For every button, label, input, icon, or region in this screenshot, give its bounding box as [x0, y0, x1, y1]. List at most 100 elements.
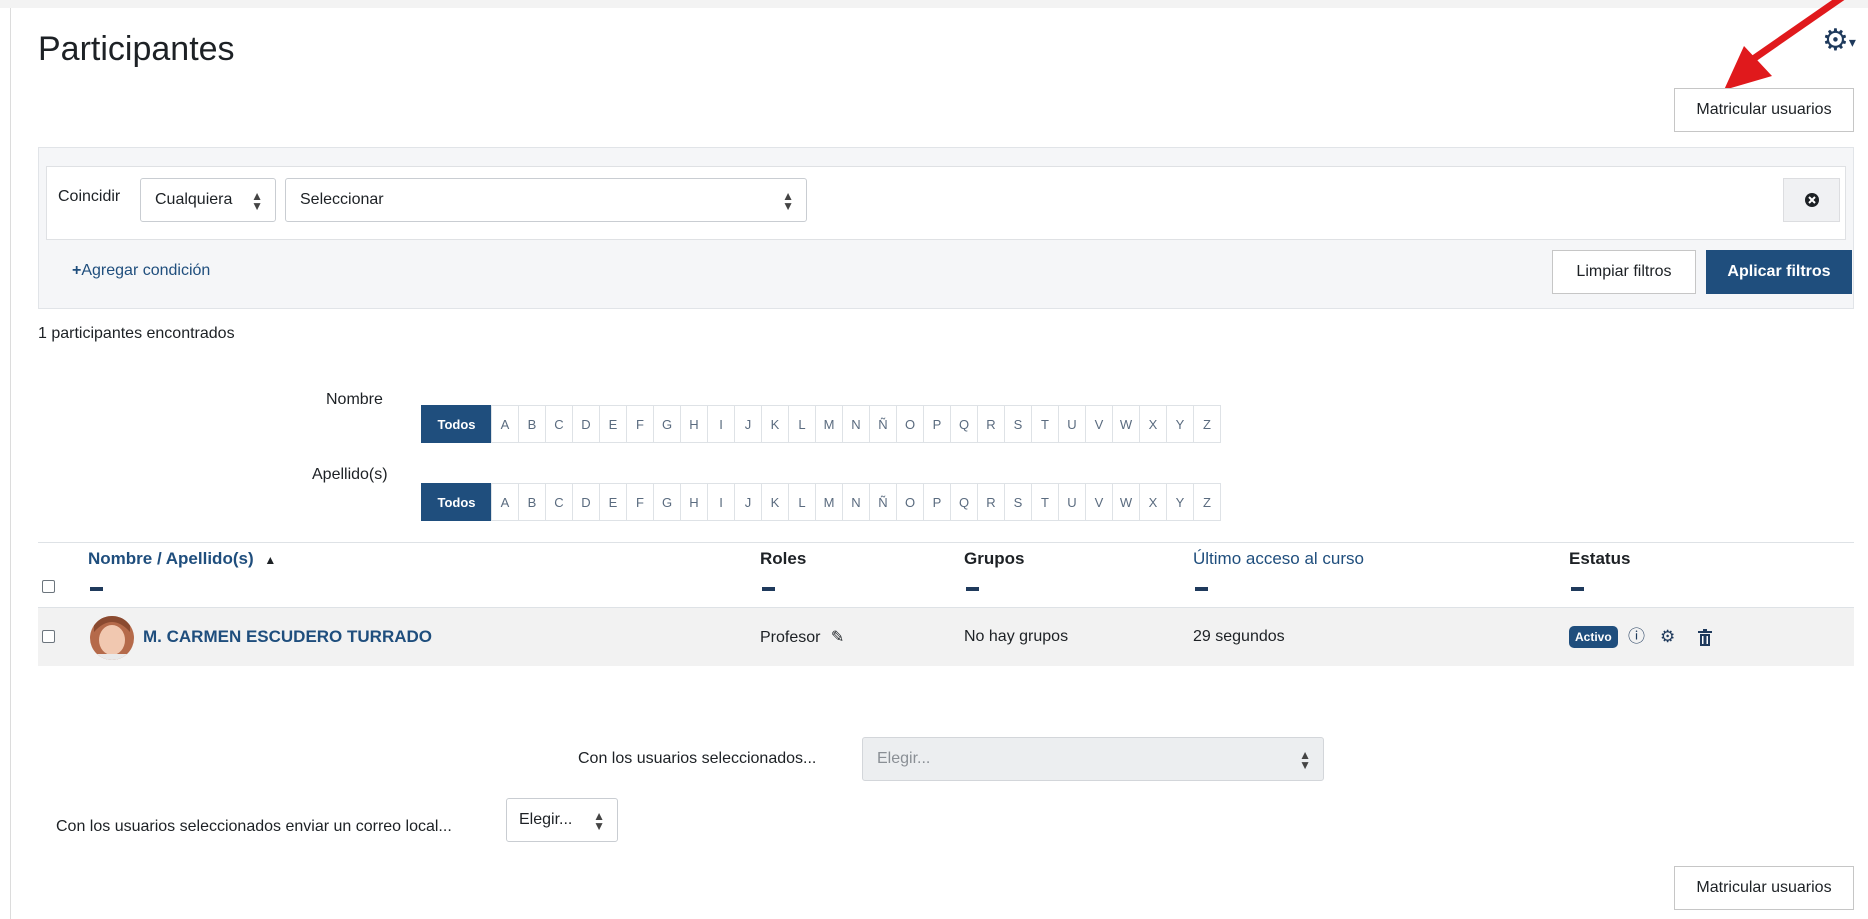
last-name-initial[interactable]: F	[626, 483, 654, 521]
last-name-initial[interactable]: O	[896, 483, 924, 521]
collapse-groups-icon[interactable]	[966, 587, 979, 591]
add-condition-label: Agregar condición	[81, 262, 211, 279]
first-name-initial[interactable]: E	[599, 405, 627, 443]
initial-all-last[interactable]: Todos	[421, 483, 492, 521]
first-name-initial[interactable]: C	[545, 405, 573, 443]
with-selected-select[interactable]: Elegir... ▲ ▼	[862, 737, 1324, 781]
match-select[interactable]: Cualquiera ▲ ▼	[140, 178, 276, 222]
last-name-initial[interactable]: Z	[1193, 483, 1221, 521]
last-name-initial[interactable]: Q	[950, 483, 978, 521]
collapse-name-icon[interactable]	[90, 587, 103, 591]
last-name-initial[interactable]: G	[653, 483, 681, 521]
last-name-initial[interactable]: I	[707, 483, 735, 521]
updown-icon: ▲ ▼	[593, 809, 605, 833]
first-name-initial[interactable]: T	[1031, 405, 1059, 443]
top-strip	[0, 0, 1868, 8]
first-name-initial[interactable]: Ñ	[869, 405, 897, 443]
last-access-cell: 29 segundos	[1193, 628, 1285, 645]
last-name-initial[interactable]: R	[977, 483, 1005, 521]
first-name-initial[interactable]: P	[923, 405, 951, 443]
first-name-initial[interactable]: U	[1058, 405, 1086, 443]
first-name-initial[interactable]: N	[842, 405, 870, 443]
first-name-initial[interactable]: S	[1004, 405, 1032, 443]
last-name-initial[interactable]: T	[1031, 483, 1059, 521]
trash-icon[interactable]	[1698, 629, 1712, 646]
first-name-initial[interactable]: B	[518, 405, 546, 443]
first-name-initial[interactable]: G	[653, 405, 681, 443]
last-name-initial[interactable]: S	[1004, 483, 1032, 521]
first-name-initial[interactable]: O	[896, 405, 924, 443]
last-name-initial[interactable]: K	[761, 483, 789, 521]
last-name-initial[interactable]: W	[1112, 483, 1140, 521]
gear-icon: ⚙	[1822, 24, 1849, 57]
sort-asc-icon: ▲	[264, 553, 277, 567]
header-last-access[interactable]: Último acceso al curso	[1193, 549, 1364, 569]
last-name-initial[interactable]: M	[815, 483, 843, 521]
enrol-users-button-top[interactable]: Matricular usuarios	[1674, 88, 1854, 132]
last-name-initial[interactable]: Y	[1166, 483, 1194, 521]
first-name-initial[interactable]: R	[977, 405, 1005, 443]
last-name-initial[interactable]: X	[1139, 483, 1167, 521]
first-name-initial[interactable]: I	[707, 405, 735, 443]
first-name-initial[interactable]: L	[788, 405, 816, 443]
with-selected-value: Elegir...	[877, 750, 931, 767]
status-badge: Activo	[1569, 626, 1618, 648]
filter-type-select[interactable]: Seleccionar ▲ ▼	[285, 178, 807, 222]
email-value: Elegir...	[519, 811, 573, 828]
last-name-initial[interactable]: E	[599, 483, 627, 521]
header-roles: Roles	[760, 549, 807, 568]
collapse-roles-icon[interactable]	[762, 587, 775, 591]
last-name-initial[interactable]: V	[1085, 483, 1113, 521]
last-name-initial[interactable]: B	[518, 483, 546, 521]
role-value: Profesor	[760, 629, 821, 646]
last-name-initial[interactable]: P	[923, 483, 951, 521]
first-name-initial[interactable]: Z	[1193, 405, 1221, 443]
last-name-initial[interactable]: A	[491, 483, 519, 521]
select-all-checkbox[interactable]	[42, 580, 55, 593]
first-name-initial[interactable]: Q	[950, 405, 978, 443]
last-name-initial[interactable]: C	[545, 483, 573, 521]
first-name-initial[interactable]: K	[761, 405, 789, 443]
avatar	[90, 616, 134, 660]
gear-menu[interactable]: ⚙▾	[1822, 26, 1858, 56]
apply-filters-button[interactable]: Aplicar filtros	[1706, 250, 1852, 294]
enrol-users-button-bottom[interactable]: Matricular usuarios	[1674, 866, 1854, 910]
participant-name-link[interactable]: M. CARMEN ESCUDERO TURRADO	[143, 627, 432, 647]
initial-all-first[interactable]: Todos	[421, 405, 492, 443]
pencil-icon[interactable]: ✎	[831, 629, 844, 646]
groups-cell: No hay grupos	[964, 628, 1069, 645]
role-cell: Profesor ✎	[760, 627, 844, 647]
first-name-initial[interactable]: M	[815, 405, 843, 443]
first-name-initial[interactable]: A	[491, 405, 519, 443]
header-name[interactable]: Nombre / Apellido(s) ▲	[88, 549, 276, 569]
gear-icon[interactable]: ⚙	[1660, 627, 1675, 647]
last-name-initial[interactable]: Ñ	[869, 483, 897, 521]
last-name-initial[interactable]: L	[788, 483, 816, 521]
clear-filters-button[interactable]: Limpiar filtros	[1552, 250, 1696, 294]
last-name-initial[interactable]: N	[842, 483, 870, 521]
close-circle-icon	[1804, 193, 1819, 207]
first-name-initial[interactable]: D	[572, 405, 600, 443]
last-name-initial[interactable]: U	[1058, 483, 1086, 521]
add-condition-link[interactable]: +Agregar condición	[72, 262, 210, 280]
first-name-initial[interactable]: H	[680, 405, 708, 443]
email-select[interactable]: Elegir... ▲ ▼	[506, 798, 618, 842]
row-checkbox[interactable]	[42, 630, 55, 643]
last-name-initial[interactable]: J	[734, 483, 762, 521]
remove-filter-button[interactable]	[1783, 178, 1840, 222]
collapse-last-access-icon[interactable]	[1195, 587, 1208, 591]
info-icon[interactable]: ⓘ	[1628, 627, 1645, 647]
first-name-initial[interactable]: X	[1139, 405, 1167, 443]
first-name-initial[interactable]: F	[626, 405, 654, 443]
first-name-initial[interactable]: J	[734, 405, 762, 443]
last-name-initial[interactable]: H	[680, 483, 708, 521]
page-title: Participantes	[38, 30, 235, 68]
first-name-initials-bar: Todos ABCDEFGHIJKLMNÑOPQRSTUVWXYZ	[421, 405, 1221, 443]
last-name-label: Apellido(s)	[312, 466, 388, 483]
first-name-initial[interactable]: W	[1112, 405, 1140, 443]
collapse-status-icon[interactable]	[1571, 587, 1584, 591]
participants-count: 1 participantes encontrados	[38, 325, 235, 342]
last-name-initial[interactable]: D	[572, 483, 600, 521]
first-name-initial[interactable]: Y	[1166, 405, 1194, 443]
first-name-initial[interactable]: V	[1085, 405, 1113, 443]
